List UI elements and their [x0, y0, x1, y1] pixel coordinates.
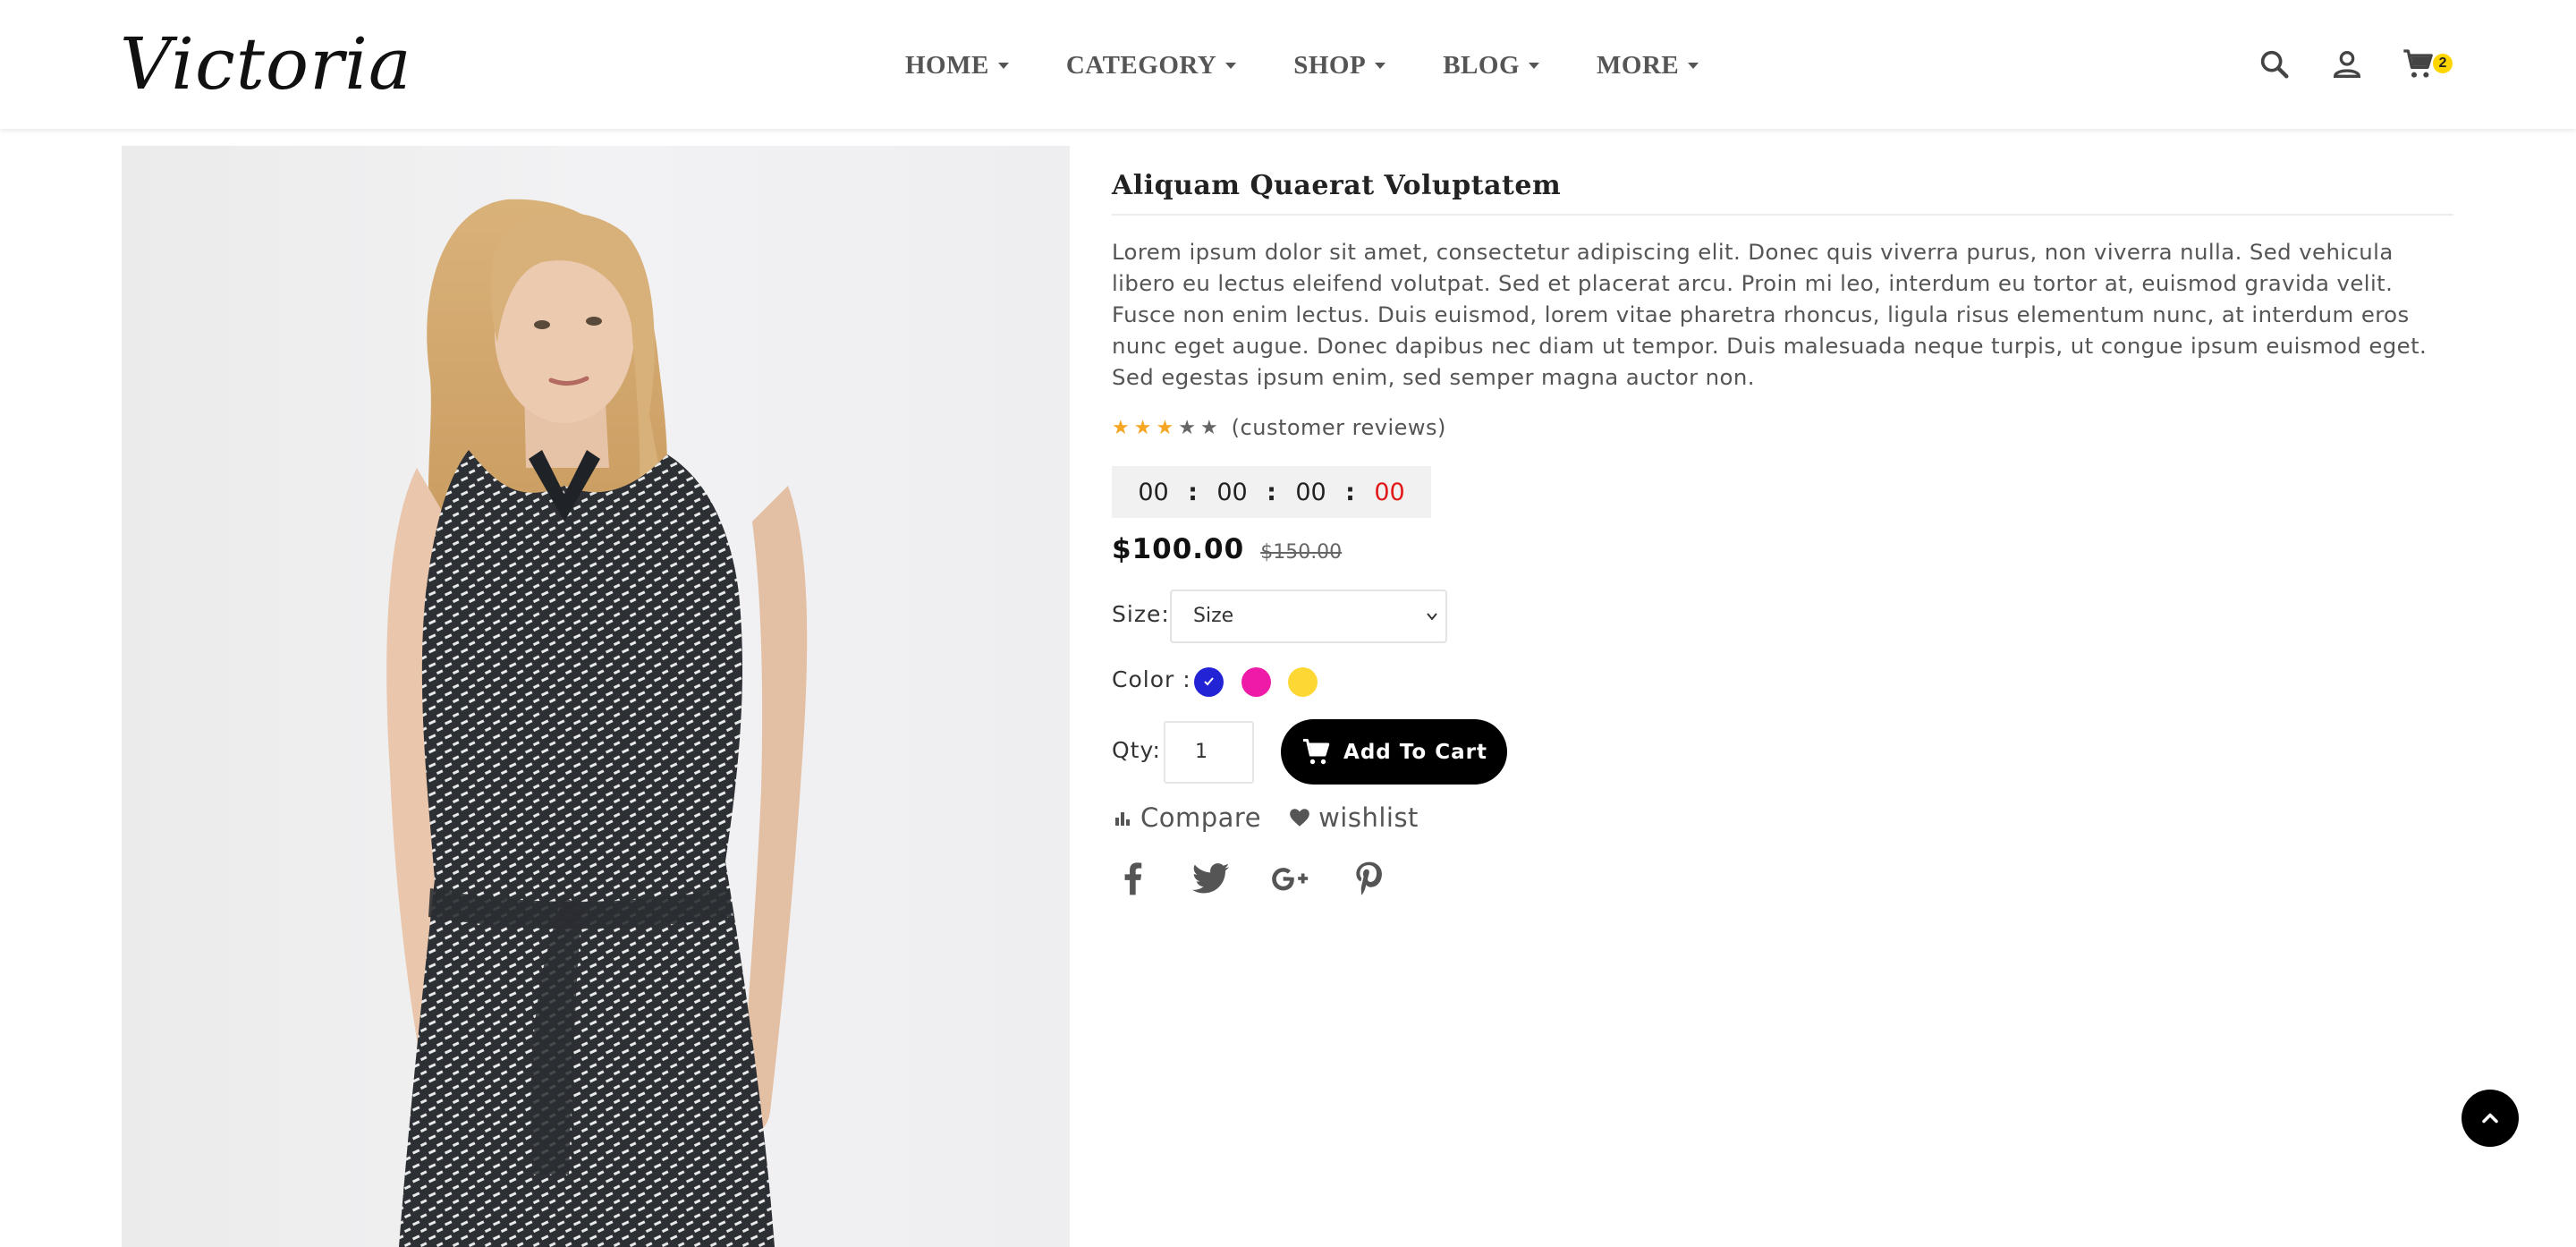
- site-header: Victoria HOME CATEGORY SHOP BLOG MORE 2: [0, 0, 2576, 129]
- countdown-seconds: 00: [1374, 478, 1405, 506]
- facebook-icon[interactable]: [1113, 859, 1152, 898]
- nav-item-blog[interactable]: BLOG: [1443, 50, 1540, 81]
- caret-down-icon: [1375, 62, 1386, 69]
- star-filled-icon: ★: [1112, 416, 1130, 439]
- pinterest-icon[interactable]: [1350, 859, 1389, 898]
- chevron-down-icon: [1427, 613, 1437, 621]
- nav-item-label: CATEGORY: [1065, 50, 1217, 80]
- qty-label: Qty:: [1112, 737, 1161, 763]
- size-select-value: Size: [1193, 605, 1234, 627]
- star-empty-icon: ★: [1178, 416, 1196, 439]
- cart-count-badge: 2: [2433, 54, 2453, 73]
- main-nav: HOME CATEGORY SHOP BLOG MORE: [905, 45, 1756, 86]
- title-divider: [1112, 214, 2453, 216]
- compare-label: Compare: [1140, 802, 1262, 833]
- caret-down-icon: [1529, 62, 1540, 69]
- color-label: Color :: [1112, 666, 1191, 692]
- countdown-separator: :: [1345, 478, 1355, 506]
- chevron-up-icon: [2482, 1113, 2498, 1124]
- star-filled-icon: ★: [1156, 416, 1174, 439]
- nav-item-label: HOME: [905, 50, 989, 80]
- nav-item-category[interactable]: CATEGORY: [1065, 50, 1237, 81]
- wishlist-label: wishlist: [1318, 802, 1419, 833]
- star-empty-icon: ★: [1199, 416, 1218, 439]
- current-price: $100.00: [1112, 533, 1245, 565]
- nav-item-label: MORE: [1597, 50, 1680, 80]
- twitter-icon[interactable]: [1191, 859, 1231, 898]
- compare-link[interactable]: Compare: [1112, 802, 1261, 833]
- product-photo-illustration: [386, 199, 808, 1247]
- size-label: Size:: [1112, 601, 1170, 627]
- color-swatch-yellow[interactable]: [1288, 667, 1318, 697]
- countdown-minutes: 00: [1295, 478, 1326, 506]
- nav-item-label: SHOP: [1293, 50, 1367, 80]
- search-icon[interactable]: [2257, 47, 2292, 82]
- size-select[interactable]: Size: [1170, 590, 1447, 643]
- star-filled-icon: ★: [1133, 416, 1152, 439]
- old-price: $150.00: [1260, 541, 1343, 564]
- bar-chart-icon: [1115, 812, 1130, 826]
- caret-down-icon: [1688, 62, 1699, 69]
- cart-icon[interactable]: [2401, 47, 2436, 82]
- color-swatch-blue[interactable]: [1194, 667, 1224, 697]
- product-rating: ★ ★ ★ ★ ★ (customer reviews): [1112, 415, 1446, 440]
- check-icon: [1204, 677, 1214, 686]
- product-title: Aliquam Quaerat Voluptatem: [1112, 170, 1562, 201]
- nav-item-home[interactable]: HOME: [905, 51, 1009, 81]
- quantity-input[interactable]: 1: [1164, 721, 1254, 784]
- product-info: Aliquam Quaerat Voluptatem: [1112, 161, 2453, 211]
- heart-icon: [1290, 809, 1309, 827]
- countdown-separator: :: [1267, 478, 1276, 506]
- back-to-top-button[interactable]: [2462, 1090, 2519, 1147]
- product-image[interactable]: [122, 146, 1070, 1247]
- caret-down-icon: [997, 62, 1009, 69]
- countdown-days: 00: [1138, 478, 1169, 506]
- customer-reviews-link[interactable]: (customer reviews): [1232, 415, 1446, 440]
- add-to-cart-label: Add To Cart: [1343, 740, 1487, 764]
- cart-icon: [1303, 738, 1330, 764]
- countdown-timer: 00 : 00 : 00 : 00: [1112, 466, 1431, 518]
- countdown-separator: :: [1188, 478, 1198, 506]
- add-to-cart-button[interactable]: Add To Cart: [1281, 719, 1507, 785]
- nav-item-label: BLOG: [1443, 50, 1521, 80]
- site-logo[interactable]: Victoria: [120, 21, 412, 107]
- google-plus-icon[interactable]: [1270, 859, 1309, 898]
- countdown-hours: 00: [1216, 478, 1248, 506]
- nav-item-more[interactable]: MORE: [1597, 51, 1699, 81]
- user-icon[interactable]: [2329, 47, 2365, 82]
- product-price: $100.00 $150.00: [1112, 533, 1342, 565]
- wishlist-link[interactable]: wishlist: [1288, 802, 1419, 833]
- product-description: Lorem ipsum dolor sit amet, consectetur …: [1112, 239, 2428, 390]
- product-actions: Compare wishlist: [1112, 802, 1445, 833]
- caret-down-icon: [1225, 62, 1237, 69]
- nav-item-shop[interactable]: SHOP: [1293, 50, 1386, 81]
- color-swatch-pink[interactable]: [1241, 667, 1271, 697]
